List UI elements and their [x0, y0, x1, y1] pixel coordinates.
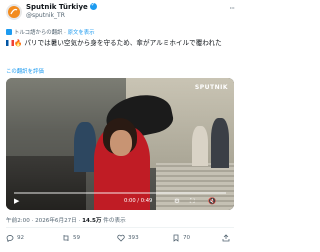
fire-icon: 🔥: [14, 39, 23, 47]
volume-icon[interactable]: 🔇: [208, 197, 216, 205]
share-icon: [222, 234, 230, 242]
settings-icon[interactable]: ⚙: [174, 197, 180, 205]
account-name[interactable]: Sputnik Türkiye: [26, 1, 97, 11]
translation-notice: トルコ語からの翻訳 · 原文を表示: [6, 28, 95, 36]
account-handle[interactable]: @sputnik_TR: [26, 12, 65, 19]
views-label: 件の表示: [101, 218, 126, 224]
video-person-right: [192, 126, 208, 166]
share-button[interactable]: [222, 234, 230, 242]
bookmark-count: 70: [183, 235, 191, 241]
action-bar: 92 59 393 70: [0, 232, 240, 246]
sputnik-logo-icon: [8, 6, 20, 18]
video-stairs: [156, 163, 234, 210]
bookmark-icon: [173, 234, 179, 242]
timestamp[interactable]: 午前2:00 · 2026年6月27日 ·: [6, 218, 82, 224]
video-woman-face: [110, 130, 132, 156]
tweet-text: 🔥 パリでは暑い空気から身を守るため、傘がアルミホイルで覆われた: [6, 38, 236, 48]
retweet-count: 59: [73, 235, 81, 241]
translation-prefix: トルコ語からの翻訳: [14, 30, 63, 36]
fullscreen-icon[interactable]: ⛶: [190, 197, 195, 206]
views-count: 14.5万: [82, 218, 102, 224]
divider: [6, 227, 234, 228]
more-options-button[interactable]: ···: [229, 4, 235, 13]
reply-count: 92: [17, 235, 25, 241]
play-icon[interactable]: ▶: [14, 197, 19, 205]
video-player[interactable]: SPUTNIK ▶ 0:00 / 0:49 ⚙ ⛶ 🔇: [6, 78, 234, 210]
translate-icon: [6, 29, 12, 35]
rate-translation-link[interactable]: この翻訳を評価: [6, 67, 44, 75]
sputnik-watermark: SPUTNIK: [194, 84, 228, 91]
like-count: 393: [128, 235, 139, 241]
verified-badge-icon: [89, 1, 97, 10]
tweet-meta: 午前2:00 · 2026年6月27日 · 14.5万 件の表示: [6, 216, 126, 224]
reply-icon: [6, 235, 14, 242]
retweet-icon: [63, 235, 69, 241]
france-flag-icon: [6, 40, 14, 46]
video-progress-bar[interactable]: [14, 192, 226, 194]
tweet-body: パリでは暑い空気から身を守るため、傘がアルミホイルで覆われた: [24, 39, 222, 47]
bookmark-button[interactable]: 70: [172, 234, 190, 242]
retweet-button[interactable]: 59: [62, 234, 80, 242]
avatar[interactable]: [6, 4, 22, 20]
heart-icon: [117, 234, 125, 242]
video-time: 0:00 / 0:49: [124, 198, 153, 204]
reply-button[interactable]: 92: [6, 234, 24, 242]
video-person-far-right: [211, 118, 229, 168]
like-button[interactable]: 393: [117, 234, 139, 242]
video-person-left: [74, 122, 96, 172]
show-original-link[interactable]: 原文を表示: [68, 30, 95, 36]
